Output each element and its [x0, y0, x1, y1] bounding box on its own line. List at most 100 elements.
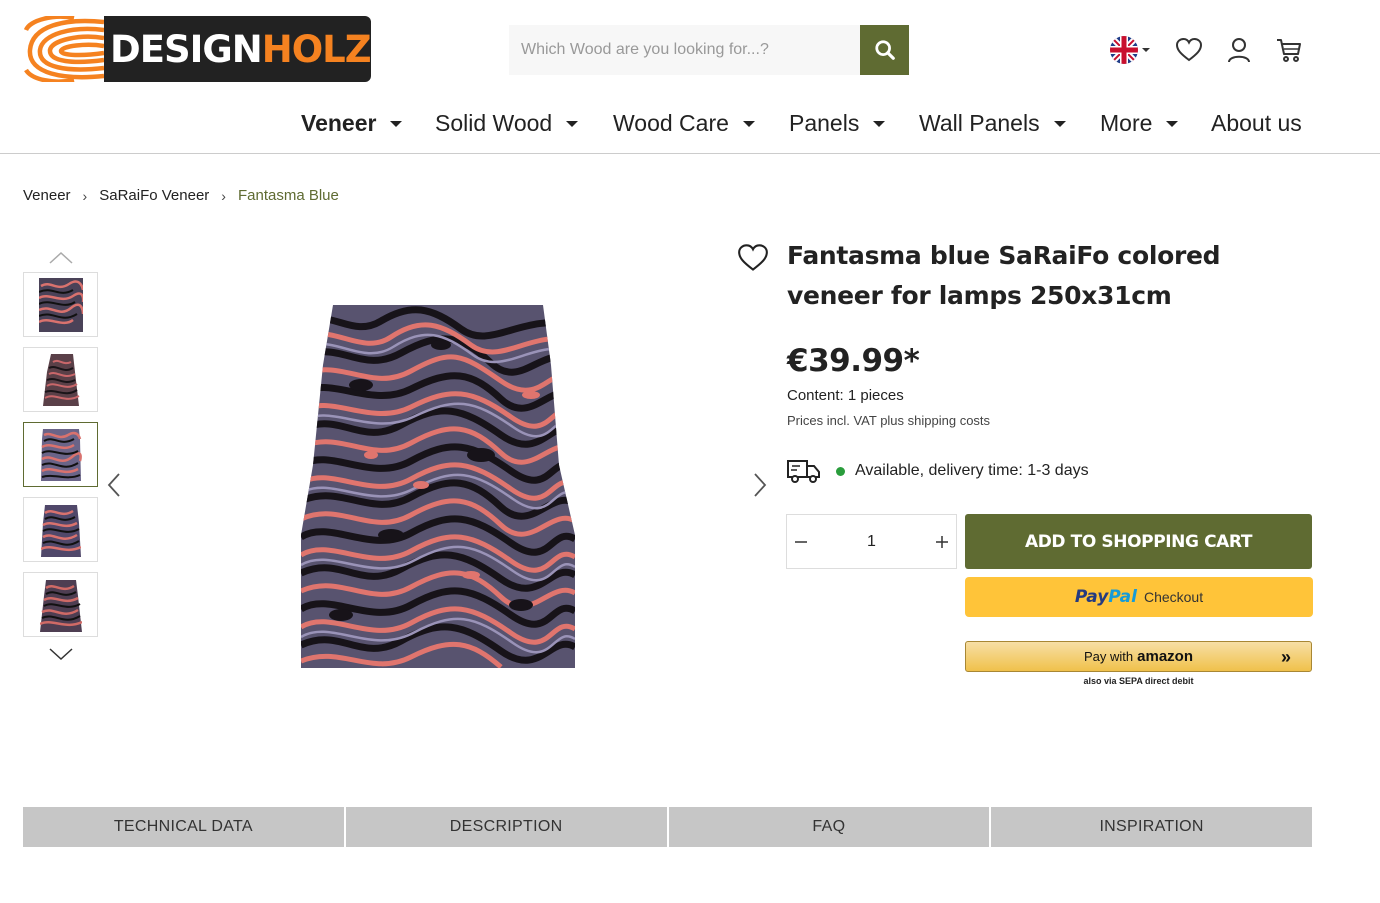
amazon-logo: amazon — [1137, 648, 1193, 665]
gallery-next-button[interactable] — [750, 470, 770, 500]
thumbnail-image — [40, 504, 81, 557]
thumbnail-active[interactable] — [23, 422, 98, 487]
caret-down-icon — [1053, 120, 1066, 127]
paypal-logo: PayPal — [1075, 587, 1137, 607]
caret-down-icon — [390, 120, 403, 127]
nav-item-label: Solid Wood — [435, 110, 553, 136]
nav-item-label: More — [1100, 110, 1153, 136]
nav-item-solid-wood[interactable]: Solid Wood — [435, 110, 579, 137]
account-button[interactable] — [1214, 32, 1264, 68]
thumbnail[interactable] — [23, 347, 98, 412]
product-tabs: TECHNICAL DATA DESCRIPTION FAQ INSPIRATI… — [23, 807, 1312, 847]
caret-down-icon — [1166, 120, 1179, 127]
uk-flag-icon — [1109, 36, 1138, 64]
caret-down-icon — [566, 120, 579, 127]
wishlist-button[interactable] — [1164, 32, 1214, 68]
thumbnail[interactable] — [23, 272, 98, 337]
header-actions — [1106, 32, 1314, 68]
brand-part1: DESIGN — [110, 27, 263, 71]
thumbnail-image — [38, 277, 83, 332]
brand-wordmark: DESIGN HOLZ — [104, 16, 372, 82]
product-main-image[interactable] — [301, 305, 575, 668]
site-logo[interactable]: DESIGN HOLZ — [23, 14, 372, 84]
paypal-checkout-button[interactable]: PayPal Checkout — [965, 577, 1313, 617]
search-button[interactable] — [860, 25, 909, 75]
thumbnail-scroll-up[interactable] — [48, 250, 74, 266]
veneer-image — [301, 305, 575, 668]
breadcrumb: Veneer › SaRaiFo Veneer › Fantasma Blue — [23, 187, 339, 204]
heart-icon — [1176, 38, 1202, 62]
search-icon — [874, 40, 895, 60]
nav-item-label: Veneer — [301, 110, 377, 136]
nav-item-more[interactable]: More — [1100, 110, 1179, 137]
wood-rings-icon — [23, 14, 105, 84]
nav-item-veneer[interactable]: Veneer — [301, 110, 403, 137]
nav-item-wood-care[interactable]: Wood Care — [613, 110, 755, 137]
tab-faq[interactable]: FAQ — [668, 807, 990, 847]
chevron-right-icon: › — [221, 187, 226, 204]
chevron-down-icon — [1141, 48, 1150, 52]
quantity-decrease-button[interactable] — [787, 515, 815, 568]
tab-description[interactable]: DESCRIPTION — [345, 807, 667, 847]
chevron-right-icon: › — [82, 187, 88, 204]
caret-down-icon — [742, 120, 755, 127]
delivery-status: Available, delivery time: 1-3 days — [787, 458, 1089, 484]
breadcrumb-link[interactable]: SaRaiFo Veneer — [99, 187, 209, 204]
amazon-pay-button[interactable]: Pay with amazon » — [965, 641, 1312, 672]
availability-text: Available, delivery time: 1-3 days — [855, 462, 1089, 479]
add-to-cart-button[interactable]: ADD TO SHOPPING CART — [965, 514, 1312, 569]
quantity-stepper: 1 — [786, 514, 957, 569]
gallery-prev-button[interactable] — [104, 470, 124, 500]
quantity-input[interactable]: 1 — [815, 533, 928, 551]
quantity-increase-button[interactable] — [928, 515, 956, 568]
nav-item-about-us[interactable]: About us — [1211, 110, 1302, 137]
vat-note: Prices incl. VAT plus shipping costs — [787, 413, 991, 428]
tab-inspiration[interactable]: INSPIRATION — [991, 807, 1312, 847]
product-content: Content: 1 pieces — [787, 387, 904, 404]
brand-part2: HOLZ — [261, 27, 372, 71]
availability-dot — [836, 466, 845, 476]
thumbnail-image — [40, 428, 82, 481]
language-selector[interactable] — [1106, 32, 1152, 68]
paypal-logo-pal: Pal — [1108, 587, 1137, 607]
nav-item-wall-panels[interactable]: Wall Panels — [919, 110, 1066, 137]
tab-technical-data[interactable]: TECHNICAL DATA — [23, 807, 344, 847]
add-to-wishlist-button[interactable] — [738, 244, 768, 277]
minus-icon — [795, 540, 807, 543]
thumbnail-image — [42, 353, 79, 406]
product-price: €39.99* — [787, 343, 920, 379]
product-title: Fantasma blue SaRaiFo colored veneer for… — [787, 236, 1307, 316]
amazon-pay-label: Pay with — [1084, 649, 1134, 664]
breadcrumb-link[interactable]: Veneer — [23, 187, 71, 204]
thumbnail-scroll-down[interactable] — [48, 646, 74, 662]
chevron-up-icon — [49, 251, 73, 264]
product-title-line-2: veneer for lamps 250x31cm — [787, 281, 1172, 310]
caret-down-icon — [873, 120, 886, 127]
thumbnail[interactable] — [23, 497, 98, 562]
nav-item-panels[interactable]: Panels — [789, 110, 886, 137]
user-icon — [1228, 38, 1250, 63]
cart-icon — [1277, 39, 1301, 62]
nav-item-label: Panels — [789, 110, 860, 136]
chevron-down-icon — [49, 648, 73, 661]
search-bar — [509, 25, 909, 75]
search-input[interactable] — [509, 25, 860, 75]
double-chevron-right-icon: » — [1280, 647, 1291, 667]
paypal-checkout-label: Checkout — [1143, 589, 1204, 605]
nav-item-label: Wall Panels — [919, 110, 1040, 136]
plus-icon — [936, 535, 948, 548]
paypal-logo-pay: Pay — [1074, 587, 1109, 607]
main-navigation: Veneer Solid Wood Wood Care Panels Wall … — [0, 106, 1380, 154]
breadcrumb-current: Fantasma Blue — [237, 187, 339, 204]
nav-item-label: Wood Care — [613, 110, 729, 136]
nav-item-label: About us — [1211, 110, 1302, 136]
thumbnail-image — [39, 579, 82, 632]
heart-icon — [738, 244, 768, 271]
chevron-left-icon — [107, 473, 120, 497]
amazon-pay-subtext: also via SEPA direct debit — [1083, 676, 1194, 686]
product-title-line-1: Fantasma blue SaRaiFo colored — [787, 241, 1221, 270]
thumbnail[interactable] — [23, 572, 98, 637]
chevron-right-icon — [754, 473, 767, 497]
cart-button[interactable] — [1264, 32, 1314, 68]
delivery-truck-icon — [787, 460, 820, 483]
